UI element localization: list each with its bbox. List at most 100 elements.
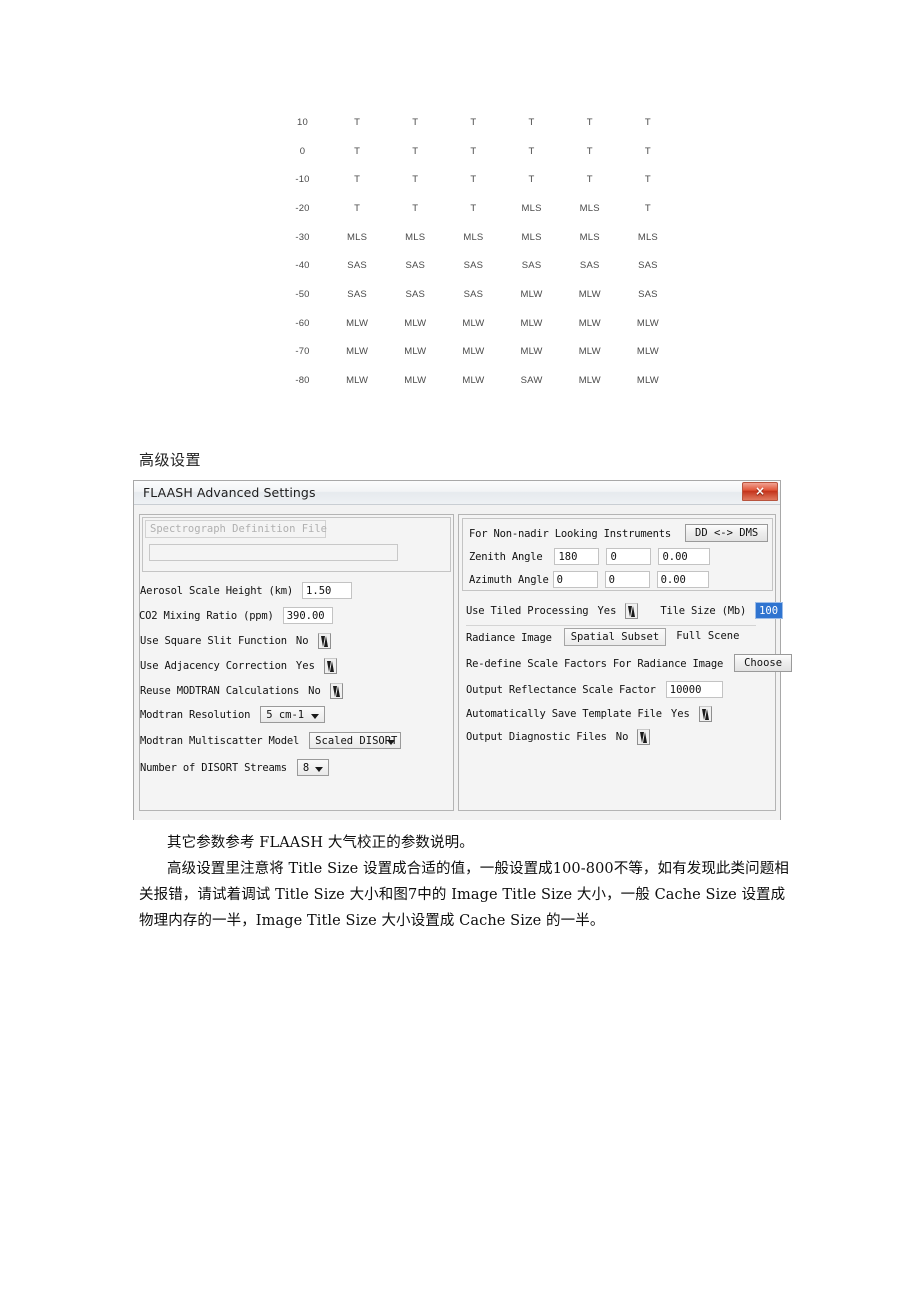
table-cell: T [470, 174, 477, 186]
table-cell: T [470, 116, 477, 128]
latitude-label: -70 [295, 346, 310, 358]
reuse-modtran-toggle[interactable]: No [303, 682, 343, 700]
table-cell: T [470, 202, 477, 214]
table-cell: T [412, 116, 419, 128]
table-cell: SAS [463, 288, 484, 300]
output-reflectance-row: Output Reflectance Scale Factor 10000 [466, 680, 723, 698]
table-cell: MLS [347, 231, 368, 243]
choose-button[interactable]: Choose [734, 654, 793, 673]
aerosol-scale-height-row: Aerosol Scale Height (km) 1.50 [140, 581, 353, 599]
use-tiled-processing-toggle[interactable]: Yes [592, 602, 639, 620]
table-cell: MLS [579, 231, 600, 243]
dialog-titlebar[interactable]: FLAASH Advanced Settings × [134, 481, 780, 505]
table-cell: MLW [520, 346, 543, 358]
table-cell: SAW [520, 375, 543, 387]
table-cell: T [412, 145, 419, 157]
zenith-minutes-input[interactable]: 0 [606, 547, 652, 565]
reuse-modtran-value: No [308, 684, 321, 697]
non-nadir-group: For Non-nadir Looking Instruments DD <->… [462, 518, 773, 591]
output-reflectance-label: Output Reflectance Scale Factor [466, 684, 656, 696]
latitude-label: -60 [295, 317, 310, 329]
zenith-seconds-input[interactable]: 0.00 [658, 547, 711, 565]
flaash-advanced-settings-dialog: FLAASH Advanced Settings × Spectrograph … [133, 480, 793, 820]
zenith-angle-row: Zenith Angle 180 0 0.00 [469, 547, 711, 565]
close-button[interactable]: × [742, 482, 778, 501]
table-cell: SAS [347, 260, 367, 272]
output-reflectance-input[interactable]: 10000 [665, 680, 723, 698]
radiance-image-label: Radiance Image [466, 632, 552, 644]
table-cell: T [412, 174, 419, 186]
table-cell: MLW [462, 375, 485, 387]
up-down-arrows-icon[interactable] [698, 706, 712, 723]
reuse-modtran-row: Reuse MODTRAN Calculations No [140, 681, 343, 700]
dialog-body: Spectrograph Definition File Aerosol Sca… [134, 505, 793, 820]
azimuth-seconds-input[interactable]: 0.00 [656, 570, 709, 588]
disort-streams-label: Number of DISORT Streams [140, 762, 287, 774]
use-square-slit-toggle[interactable]: No [291, 632, 331, 650]
auto-save-template-toggle[interactable]: Yes [666, 705, 712, 723]
atmosphere-model-table: 10 T T T T T T 0 T T T T T T -10 T T T T… [277, 108, 677, 395]
chevron-down-icon [311, 713, 320, 719]
table-cell: MLS [463, 231, 484, 243]
table-cell: SAS [405, 260, 426, 272]
table-cell: T [644, 202, 651, 214]
left-settings-panel: Spectrograph Definition File Aerosol Sca… [139, 514, 454, 811]
modtran-multiscatter-dropdown[interactable]: Scaled DISORT [309, 731, 402, 749]
use-adjacency-correction-toggle[interactable]: Yes [291, 657, 337, 675]
azimuth-minutes-input[interactable]: 0 [604, 570, 650, 588]
section-heading: 高级设置 [139, 451, 202, 469]
up-down-arrows-icon[interactable] [625, 603, 639, 620]
chevron-down-icon [387, 739, 396, 745]
disort-streams-dropdown[interactable]: 8 [296, 758, 329, 776]
tiled-processing-row: Use Tiled Processing Yes Tile Size (Mb) … [466, 601, 784, 620]
table-row: -80 MLW MLW MLW SAW MLW MLW [277, 366, 677, 395]
table-cell: SAS [405, 288, 426, 300]
table-cell: T [586, 174, 593, 186]
table-cell: MLW [462, 346, 485, 358]
modtran-multiscatter-label: Modtran Multiscatter Model [140, 735, 300, 747]
paragraph-2: 高级设置里注意将 Title Size 设置成合适的值，一般设置成100-800… [139, 861, 789, 929]
aerosol-scale-height-input[interactable]: 1.50 [302, 581, 353, 599]
up-down-arrows-icon[interactable] [637, 729, 651, 746]
table-cell: T [586, 116, 593, 128]
use-tiled-processing-value: Yes [597, 604, 617, 617]
up-down-arrows-icon[interactable] [323, 658, 337, 675]
table-cell: T [644, 145, 651, 157]
paragraph-1: 其它参数参考 FLAASH 大气校正的参数说明。 [167, 835, 474, 851]
dialog-title: FLAASH Advanced Settings [143, 485, 316, 500]
table-row: -10 T T T T T T [277, 165, 677, 194]
table-cell: MLW [404, 317, 427, 329]
spectrograph-definition-file-input[interactable] [149, 544, 398, 561]
table-row: -60 MLW MLW MLW MLW MLW MLW [277, 309, 677, 338]
radiance-image-row: Radiance Image Spatial Subset Full Scene [466, 628, 745, 647]
table-cell: MLW [636, 317, 659, 329]
table-cell: MLW [462, 317, 485, 329]
output-diagnostic-label: Output Diagnostic Files [466, 731, 607, 743]
table-cell: MLW [636, 375, 659, 387]
disort-streams-row: Number of DISORT Streams 8 [140, 758, 329, 776]
tile-size-input[interactable]: 100 [755, 601, 784, 619]
table-cell: MLW [578, 375, 601, 387]
azimuth-degrees-input[interactable]: 0 [552, 570, 598, 588]
radiance-full-scene-option[interactable]: Full Scene [670, 628, 745, 646]
co2-mixing-ratio-row: CO2 Mixing Ratio (ppm) 390.00 [139, 606, 333, 624]
co2-mixing-ratio-input[interactable]: 390.00 [282, 606, 333, 624]
up-down-arrows-icon[interactable] [329, 683, 343, 700]
table-row: 10 T T T T T T [277, 108, 677, 137]
table-cell: MLS [637, 231, 658, 243]
radiance-spatial-subset-option[interactable]: Spatial Subset [563, 628, 667, 647]
zenith-degrees-input[interactable]: 180 [554, 547, 600, 565]
modtran-resolution-dropdown[interactable]: 5 cm-1 [260, 705, 326, 723]
dd-dms-button[interactable]: DD <-> DMS [685, 524, 769, 543]
table-cell: SAS [521, 260, 542, 272]
table-cell: T [354, 116, 361, 128]
table-cell: SAS [463, 260, 484, 272]
table-cell: MLS [405, 231, 426, 243]
use-tiled-processing-label: Use Tiled Processing [466, 605, 589, 617]
output-diagnostic-toggle[interactable]: No [611, 728, 651, 746]
latitude-label: -80 [295, 375, 310, 387]
table-cell: SAS [638, 288, 658, 300]
auto-save-template-row: Automatically Save Template File Yes [466, 704, 712, 723]
up-down-arrows-icon[interactable] [317, 633, 331, 650]
auto-save-template-value: Yes [670, 707, 690, 720]
